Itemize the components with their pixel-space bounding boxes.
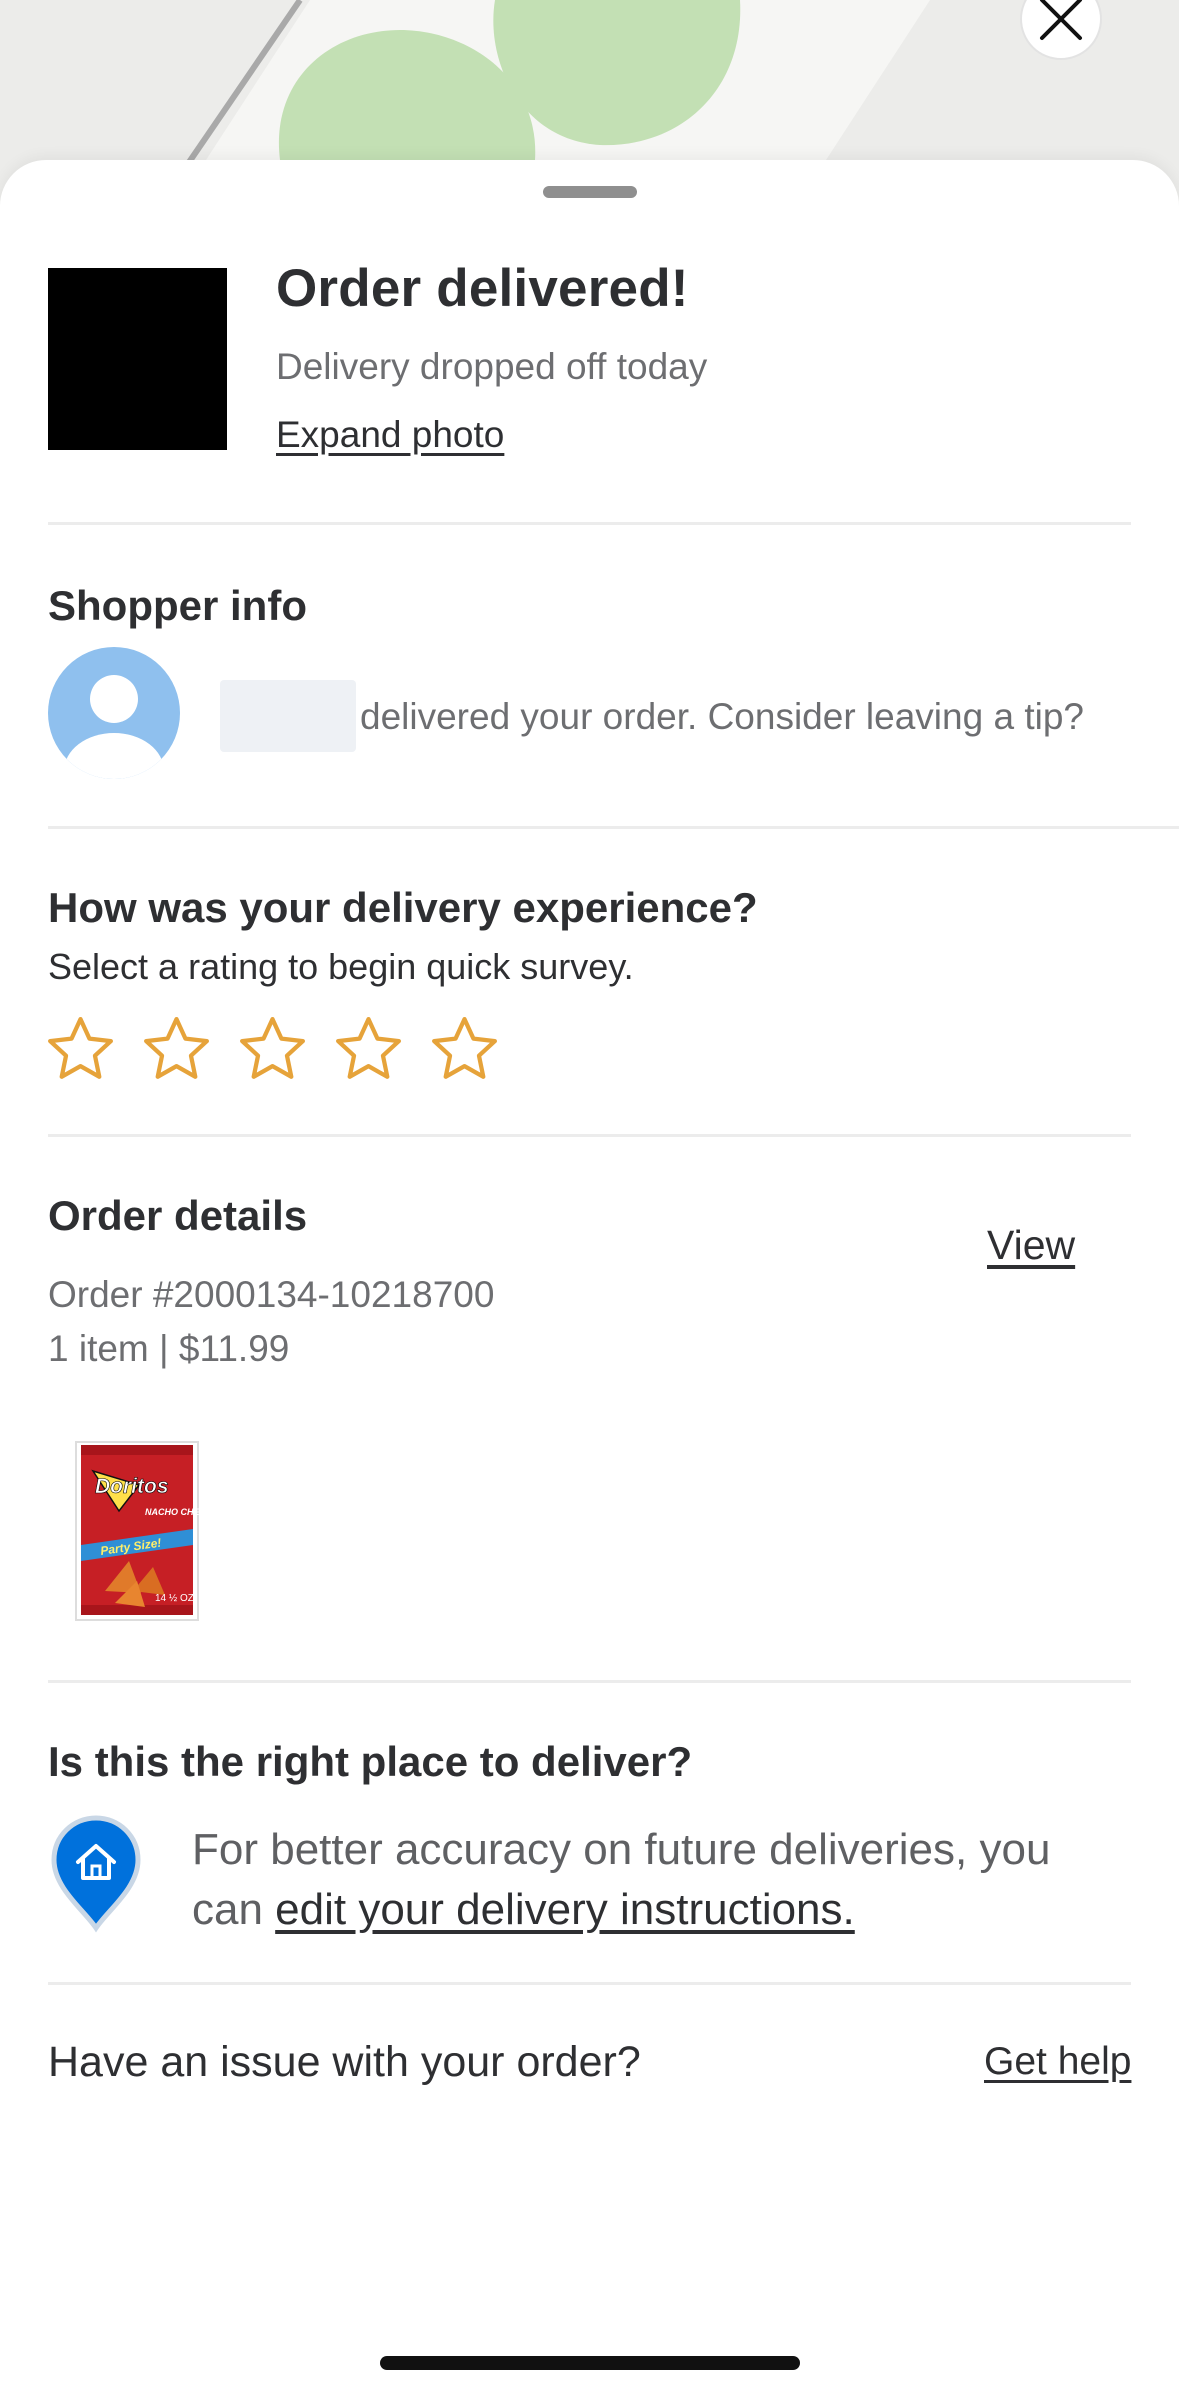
shopper-name-redacted bbox=[220, 680, 356, 752]
divider bbox=[48, 826, 1179, 829]
divider bbox=[48, 1680, 1131, 1683]
sheet-grabber[interactable] bbox=[543, 186, 637, 198]
view-order-link[interactable]: View bbox=[987, 1222, 1075, 1269]
delivery-subtitle: Delivery dropped off today bbox=[276, 346, 708, 387]
delivery-photo[interactable] bbox=[48, 268, 227, 450]
expand-photo-link[interactable]: Expand photo bbox=[276, 414, 504, 456]
location-message-line1: For better accuracy on future deliveries… bbox=[192, 1825, 1051, 1874]
doritos-bag-image: Doritos NACHO CHEESE Party Size! 14 ½ OZ bbox=[75, 1441, 219, 1621]
close-icon bbox=[1040, 0, 1082, 40]
person-icon bbox=[64, 675, 164, 779]
rating-heading: How was your delivery experience? bbox=[48, 884, 758, 931]
edit-delivery-instructions-link[interactable]: edit your delivery instructions. bbox=[275, 1885, 855, 1934]
rating-prompt: Select a rating to begin quick survey. bbox=[48, 946, 634, 987]
page-title: Order delivered! bbox=[276, 259, 689, 318]
location-message-line2: can edit your delivery instructions. bbox=[192, 1880, 1112, 1940]
doritos-logo-text: Doritos bbox=[95, 1475, 169, 1498]
delivery-location-heading: Is this the right place to deliver? bbox=[48, 1738, 693, 1785]
shopper-avatar bbox=[48, 647, 180, 779]
get-help-link[interactable]: Get help bbox=[984, 2040, 1131, 2084]
divider bbox=[48, 1134, 1131, 1137]
star-rating bbox=[44, 1013, 501, 1086]
location-message-prefix: can bbox=[192, 1885, 276, 1934]
star-3-icon[interactable] bbox=[236, 1013, 309, 1086]
home-pin-icon bbox=[51, 1815, 141, 1933]
order-status-sheet: Order delivered! Delivery dropped off to… bbox=[0, 160, 1179, 2396]
delivery-location-message: For better accuracy on future deliveries… bbox=[192, 1820, 1112, 1940]
star-4-icon[interactable] bbox=[332, 1013, 405, 1086]
order-details-heading: Order details bbox=[48, 1192, 308, 1239]
product-thumbnail-doritos[interactable]: Doritos NACHO CHEESE Party Size! 14 ½ OZ bbox=[75, 1441, 219, 1621]
weight-text: 14 ½ OZ bbox=[155, 1593, 194, 1604]
home-indicator bbox=[380, 2356, 800, 2370]
divider bbox=[48, 522, 1131, 525]
divider bbox=[48, 1982, 1131, 1985]
flavor-text: NACHO CHEESE bbox=[145, 1507, 199, 1517]
shopper-info-heading: Shopper info bbox=[48, 582, 307, 629]
order-issue-question: Have an issue with your order? bbox=[48, 2038, 641, 2086]
star-1-icon[interactable] bbox=[44, 1013, 117, 1086]
star-5-icon[interactable] bbox=[428, 1013, 501, 1086]
order-number: Order #2000134-10218700 bbox=[48, 1274, 495, 1315]
star-2-icon[interactable] bbox=[140, 1013, 213, 1086]
shopper-message: delivered your order. Consider leaving a… bbox=[360, 696, 1084, 737]
order-summary: 1 item | $11.99 bbox=[48, 1328, 290, 1369]
